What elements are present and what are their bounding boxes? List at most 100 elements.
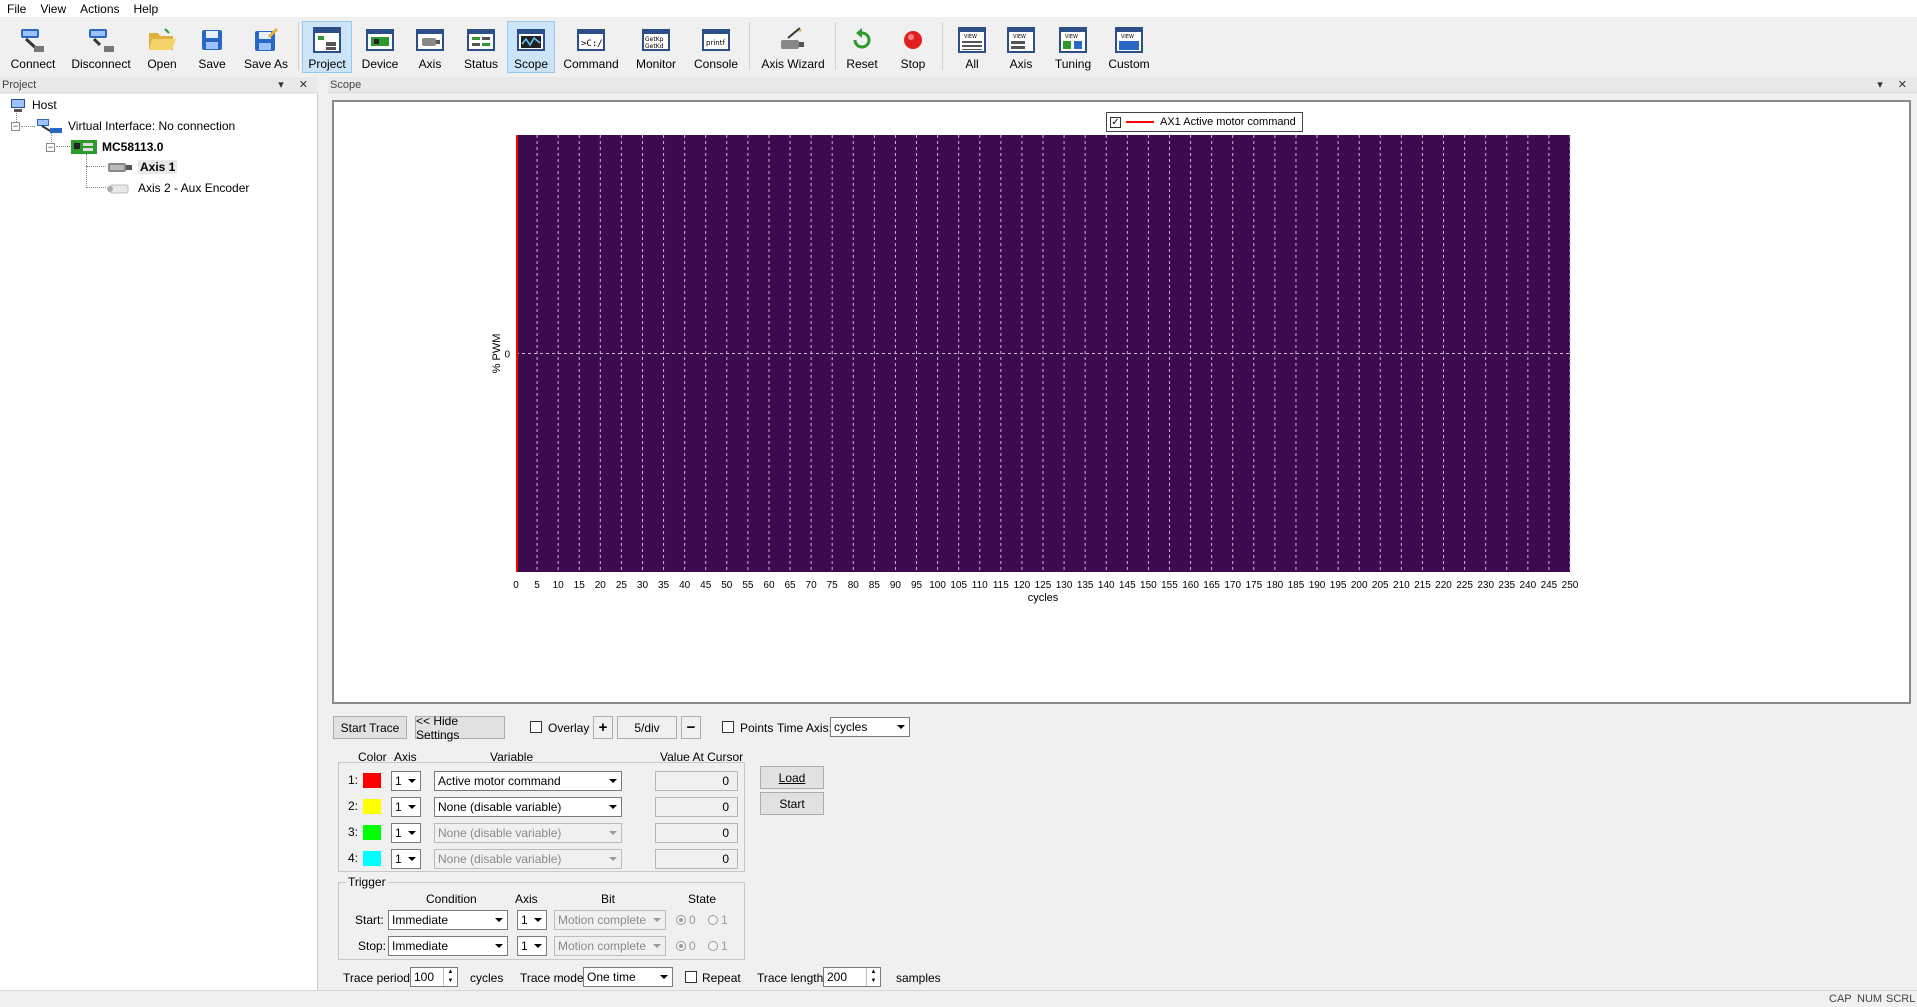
variable-axis-select[interactable]: 1 [391,797,421,817]
scope-button[interactable]: Scope [507,21,555,73]
axis-button[interactable]: Axis [408,21,452,73]
console-button[interactable]: printf Console [690,21,742,73]
trigger-stop-bit-select[interactable]: Motion complete [554,936,666,956]
x-tick-label: 205 [1372,580,1389,591]
menu-help[interactable]: Help [127,0,166,17]
view-tuning-icon: VIEW [1058,25,1088,55]
points-checkbox[interactable] [722,721,734,733]
svg-text:VIEW: VIEW [1065,34,1078,40]
spinner-arrows-icon[interactable]: ▲ ▼ [866,968,880,986]
trigger-axis-header: Axis [515,892,538,906]
start-button[interactable]: Start [760,792,824,815]
command-icon: >C:/ [576,25,606,55]
scroll-lock-indicator: SCRL [1886,993,1916,1005]
spinner-arrows-icon[interactable]: ▲ ▼ [443,968,457,986]
trigger-stop-state1-radio[interactable] [708,941,718,951]
trigger-start-condition-select[interactable]: Immediate [388,910,508,930]
command-button[interactable]: >C:/ Command [560,21,622,73]
trigger-stop-state1-label: 1 [721,939,728,953]
trigger-start-axis-select[interactable]: 1 [517,910,547,930]
time-axis-select[interactable]: cycles [830,717,910,737]
overlay-checkbox[interactable] [530,721,542,733]
stop-button[interactable]: Stop [893,21,933,73]
monitor-button[interactable]: GetKp GetKd Monitor [626,21,686,73]
variable-axis-value: 1 [395,774,402,788]
variable-axis-select[interactable]: 1 [391,771,421,791]
start-trace-button[interactable]: Start Trace [333,716,407,739]
trigger-stop-condition-select[interactable]: Immediate [388,936,508,956]
x-tick-label: 40 [679,580,691,591]
trace-length-input[interactable]: 200 ▲ ▼ [823,967,881,987]
view-all-button[interactable]: VIEW All [951,21,993,73]
hide-settings-button[interactable]: << Hide Settings [415,714,505,742]
trigger-start-bit-select[interactable]: Motion complete [554,910,666,930]
zoom-in-button[interactable]: + [593,716,613,739]
axis-wizard-button[interactable]: Axis Wizard [757,21,829,73]
variable-row-number: 3: [348,825,359,839]
toolbar-separator [298,22,299,70]
trigger-start-state1-radio[interactable] [708,915,718,925]
x-tick-label: 245 [1541,580,1558,591]
save-as-button[interactable]: Save As [240,21,292,73]
toolbar: Connect Disconnect Open Save Save As Pro… [0,18,1160,74]
variable-color-swatch[interactable] [363,825,381,840]
save-label: Save [198,57,226,71]
save-button[interactable]: Save [191,21,233,73]
trigger-stop-axis-select[interactable]: 1 [517,936,547,956]
scope-panel-controls[interactable]: ▾ ✕ [1877,77,1913,93]
variable-select[interactable]: None (disable variable) [434,849,622,869]
variable-axis-select[interactable]: 1 [391,823,421,843]
project-panel-controls[interactable]: ▾ ✕ [278,77,314,93]
project-label: Project [308,57,346,71]
view-tuning-button[interactable]: VIEW Tuning [1049,21,1097,73]
tree-item-axis2[interactable]: Axis 2 - Aux Encoder [106,179,249,197]
repeat-checkbox[interactable] [685,971,697,983]
variable-select[interactable]: None (disable variable) [434,797,622,817]
variable-axis-value: 1 [395,800,402,814]
menu-file[interactable]: File [0,0,33,17]
variable-color-swatch[interactable] [363,851,381,866]
view-axis-button[interactable]: VIEW Axis [1000,21,1042,73]
variable-axis-select[interactable]: 1 [391,849,421,869]
tree-item-interface[interactable]: Virtual Interface: No connection [36,117,235,135]
tree-item-host[interactable]: Host [10,96,57,114]
variable-select[interactable]: None (disable variable) [434,823,622,843]
x-tick-label: 70 [806,580,818,591]
zoom-out-button[interactable]: − [681,716,701,739]
trigger-stop-state0-radio[interactable] [676,941,686,951]
menu-actions[interactable]: Actions [73,0,126,17]
save-as-label: Save As [243,57,289,71]
menu-view[interactable]: View [33,0,73,17]
open-button[interactable]: Open [141,21,183,73]
x-tick-label: 250 [1562,580,1579,591]
connect-button[interactable]: Connect [4,21,62,73]
view-custom-button[interactable]: VIEW Custom [1104,21,1154,73]
variable-select[interactable]: Active motor command [434,771,622,791]
svg-text:GetKd: GetKd [645,43,664,50]
variable-color-swatch[interactable] [363,773,381,788]
device-button[interactable]: Device [357,21,403,73]
tree-item-axis1[interactable]: Axis 1 [106,158,178,176]
value-at-cursor: 0 [655,771,738,791]
variable-row-number: 2: [348,799,359,813]
x-tick-label: 25 [616,580,628,591]
disconnect-button[interactable]: Disconnect [66,21,136,73]
tree-collapse-toggle[interactable]: − [11,122,20,131]
load-button[interactable]: Load [760,766,824,789]
trace-period-input[interactable]: 100 ▲ ▼ [410,967,458,987]
toolbar-separator [835,22,836,70]
trace-mode-select[interactable]: One time [583,967,673,987]
variable-color-swatch[interactable] [363,799,381,814]
scope-chart-area: ✓ AX1 Active motor command 0 5 10 15 20 25 30 3… [330,94,1917,709]
status-button[interactable]: Status [457,21,505,73]
project-tree: Host − Virtual Interface: No connection … [0,94,318,990]
x-tick-label: 10 [553,580,565,591]
project-button[interactable]: Project [302,21,352,73]
repeat-label: Repeat [702,971,741,985]
tree-collapse-toggle[interactable]: − [46,143,55,152]
tree-item-controller[interactable]: MC58113.0 [70,138,163,156]
scope-chart[interactable]: 0 5 10 15 20 25 30 35 40 45 50 55 60 65 70 75 80 85 90 95 10… [334,102,1909,702]
reset-button[interactable]: Reset [842,21,882,73]
panel-splitter[interactable] [318,77,328,990]
trigger-start-state0-radio[interactable] [676,915,686,925]
